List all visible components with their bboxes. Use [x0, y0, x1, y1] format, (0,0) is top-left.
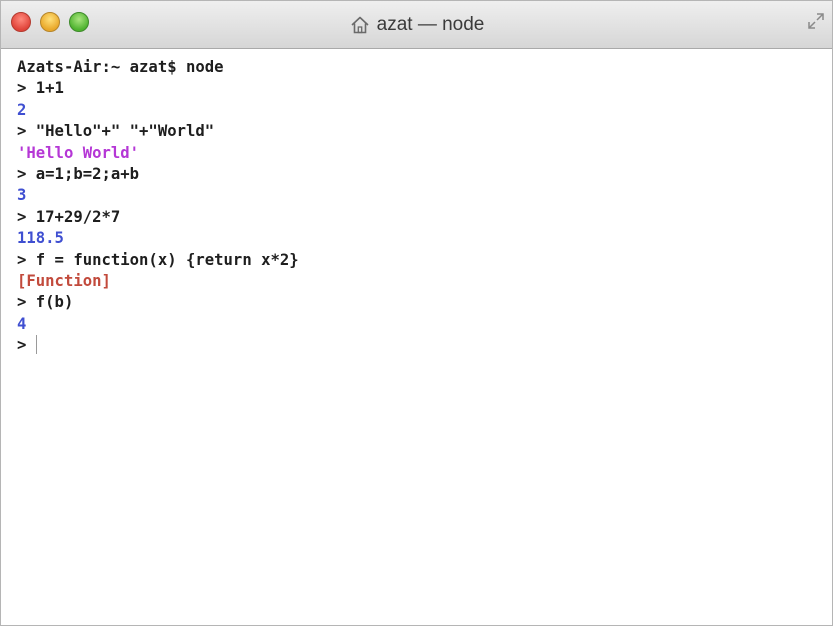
repl-prompt: >: [17, 336, 36, 355]
repl-output-line: [Function]: [17, 271, 111, 290]
terminal-output[interactable]: Azats-Air:~ azat$ node > 1+1 2 > "Hello"+"…: [1, 49, 832, 625]
repl-input-line: > f(b): [17, 293, 74, 312]
repl-output-line: 118.5: [17, 229, 64, 248]
home-icon: [351, 16, 369, 34]
repl-output-line: 4: [17, 314, 27, 333]
repl-input-line: > a=1;b=2;a+b: [17, 164, 140, 183]
window-title: azat — node: [1, 1, 832, 49]
current-input-line[interactable]: >: [17, 335, 832, 356]
minimize-button[interactable]: [40, 12, 60, 32]
repl-input-line: > "Hello"+" "+"World": [17, 122, 215, 141]
repl-output-line: 3: [17, 186, 27, 205]
repl-input-line: > 1+1: [17, 79, 64, 98]
repl-output-line: 'Hello World': [17, 143, 140, 162]
repl-output-line: 2: [17, 100, 27, 119]
terminal-window: azat — node Azats-Air:~ azat$ node > 1+1…: [0, 0, 833, 626]
shell-prompt-line: Azats-Air:~ azat$ node: [17, 58, 224, 76]
zoom-button[interactable]: [69, 12, 89, 32]
repl-input-line: > f = function(x) {return x*2}: [17, 250, 299, 269]
window-title-text: azat — node: [376, 14, 485, 35]
fullscreen-icon[interactable]: [806, 11, 826, 31]
text-cursor: [35, 335, 37, 355]
repl-history: > 1+1 2 > "Hello"+" "+"World" 'Hello World'…: [17, 78, 832, 335]
repl-input-line: > 17+29/2*7: [17, 207, 121, 226]
close-button[interactable]: [11, 12, 31, 32]
title-bar[interactable]: azat — node: [1, 1, 832, 49]
